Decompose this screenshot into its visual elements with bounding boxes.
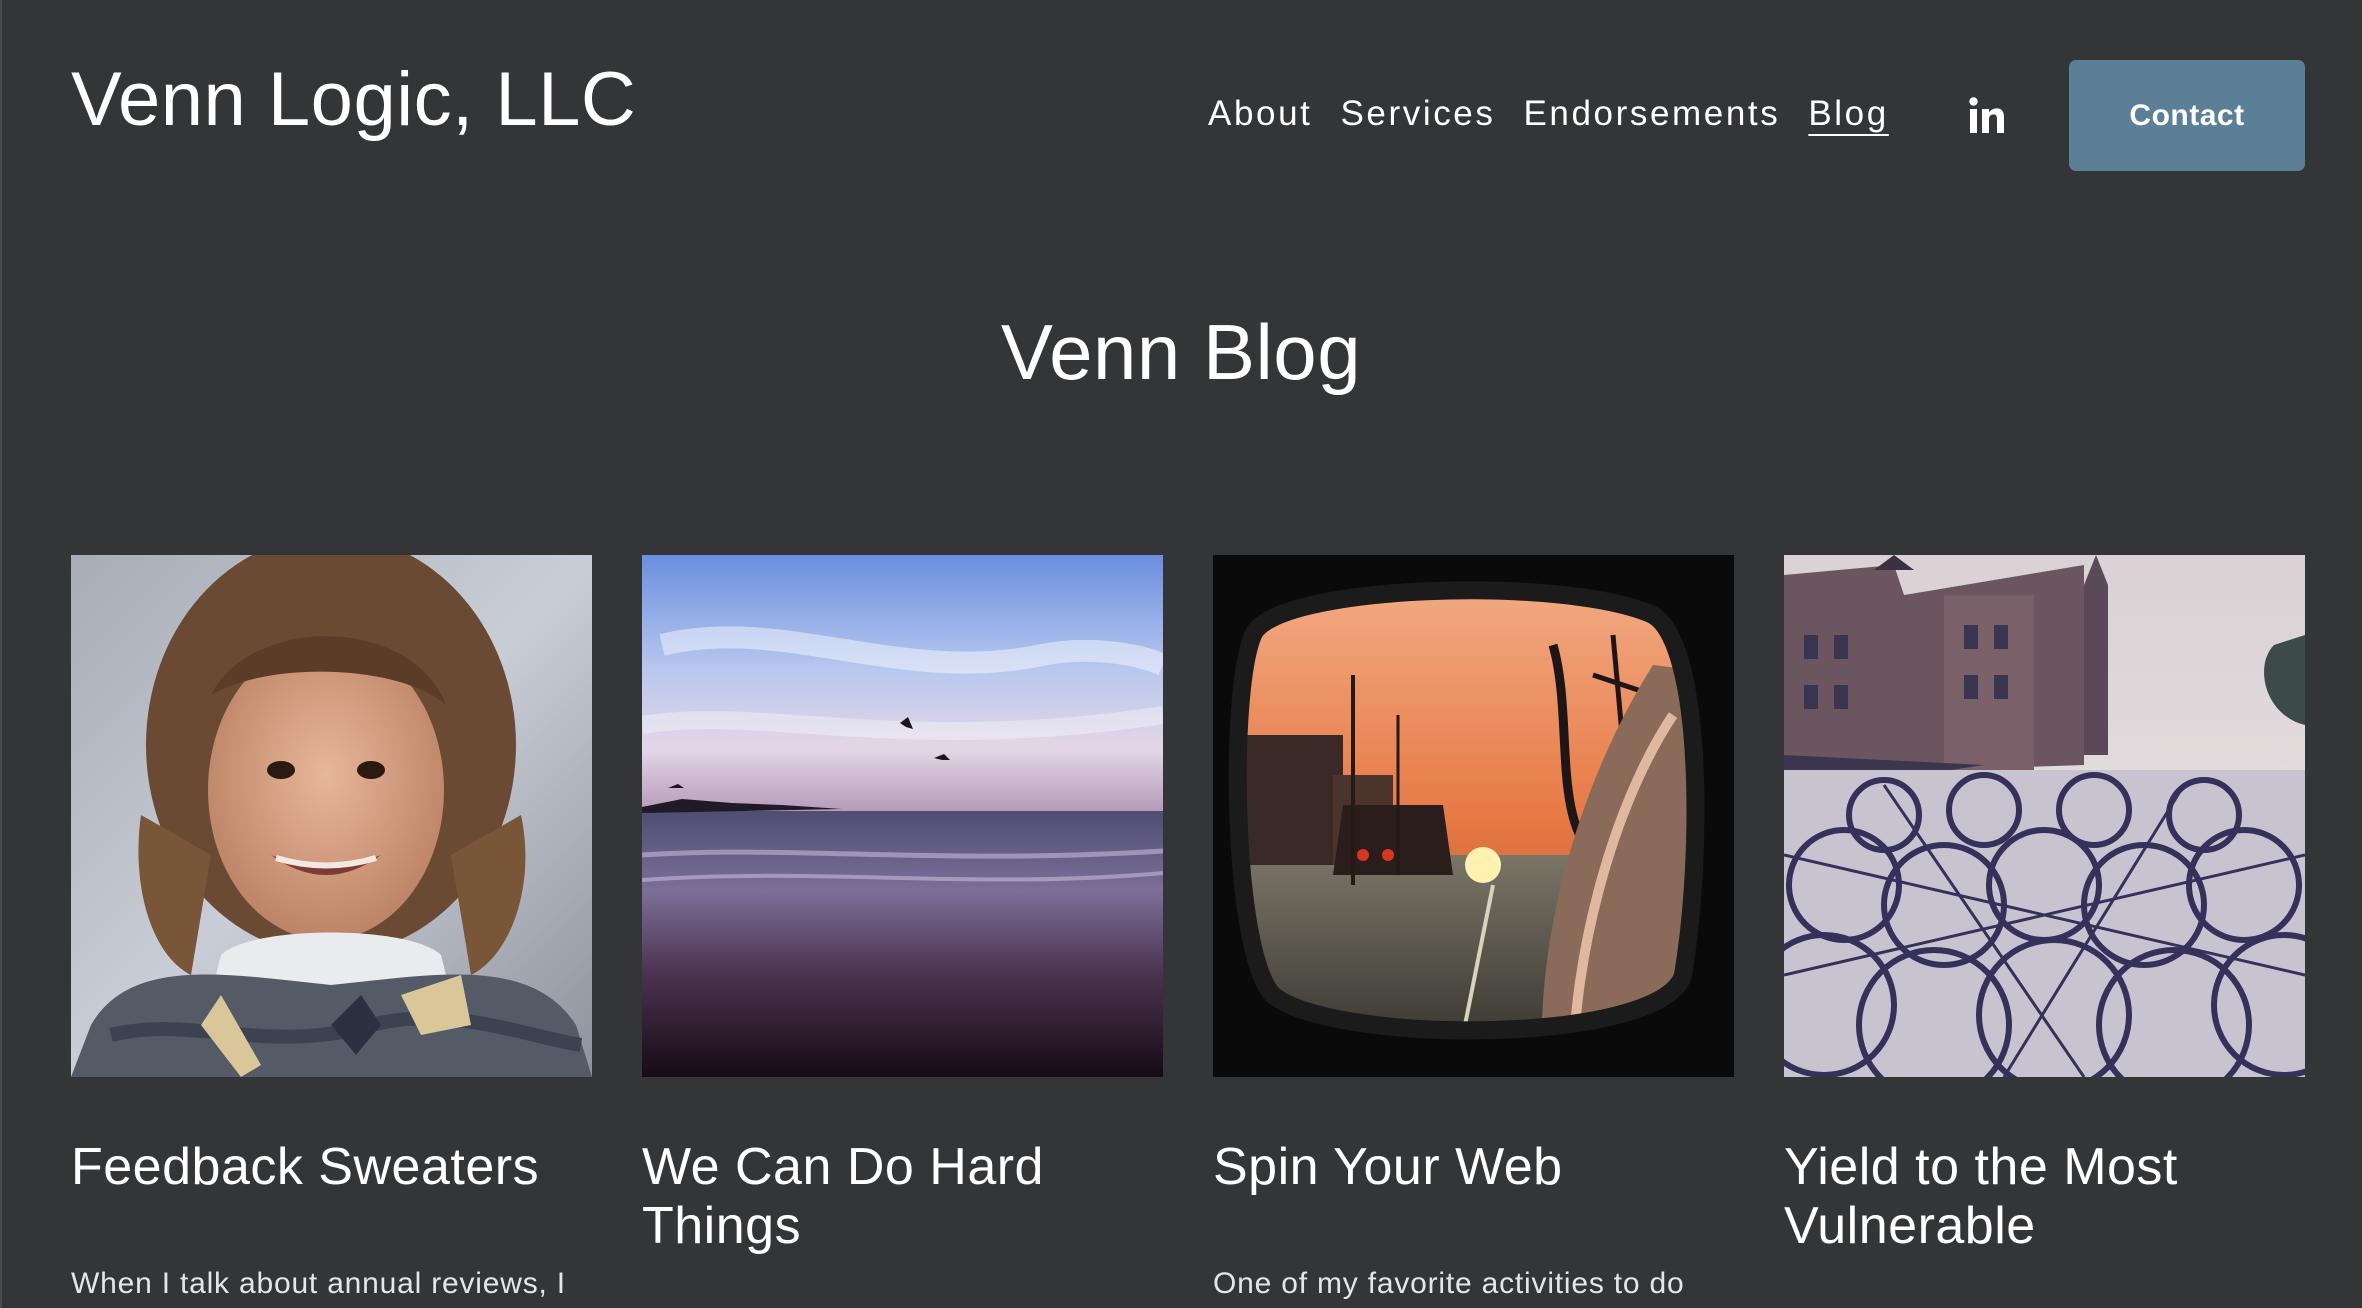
nav-about[interactable]: About xyxy=(1208,96,1312,131)
contact-button[interactable]: Contact xyxy=(2069,60,2305,171)
nav-blog[interactable]: Blog xyxy=(1808,96,1888,131)
nav-endorsements[interactable]: Endorsements xyxy=(1523,96,1780,131)
beach-sunset-photo[interactable] xyxy=(642,555,1163,1077)
post-title[interactable]: Feedback Sweaters xyxy=(71,1138,592,1197)
post-excerpt: One of my favorite activities to do xyxy=(1213,1267,1685,1300)
site-title[interactable]: Venn Logic, LLC xyxy=(71,62,636,138)
blog-post-card[interactable]: Feedback Sweaters When I talk about annu… xyxy=(71,555,592,1300)
blog-post-card[interactable]: We Can Do Hard Things xyxy=(642,555,1163,1256)
bicycle-parking-photo[interactable] xyxy=(1784,555,2305,1077)
child-portrait-photo[interactable] xyxy=(71,555,592,1077)
page-edge xyxy=(0,0,2,1308)
blog-post-card[interactable]: Spin Your Web One of my favorite activit… xyxy=(1213,555,1734,1300)
page-title: Venn Blog xyxy=(1000,308,1362,396)
blog-post-card[interactable]: Yield to the Most Vulnerable xyxy=(1784,555,2305,1256)
post-excerpt: When I talk about annual reviews, I xyxy=(71,1267,566,1300)
nav-services[interactable]: Services xyxy=(1340,96,1495,131)
main-nav: About Services Endorsements Blog xyxy=(1208,96,1917,131)
post-title[interactable]: Yield to the Most Vulnerable xyxy=(1784,1138,2305,1256)
post-title[interactable]: We Can Do Hard Things xyxy=(642,1138,1163,1256)
post-title[interactable]: Spin Your Web xyxy=(1213,1138,1734,1197)
side-mirror-sunset-photo[interactable] xyxy=(1213,555,1734,1077)
linkedin-icon[interactable] xyxy=(1967,96,2005,136)
